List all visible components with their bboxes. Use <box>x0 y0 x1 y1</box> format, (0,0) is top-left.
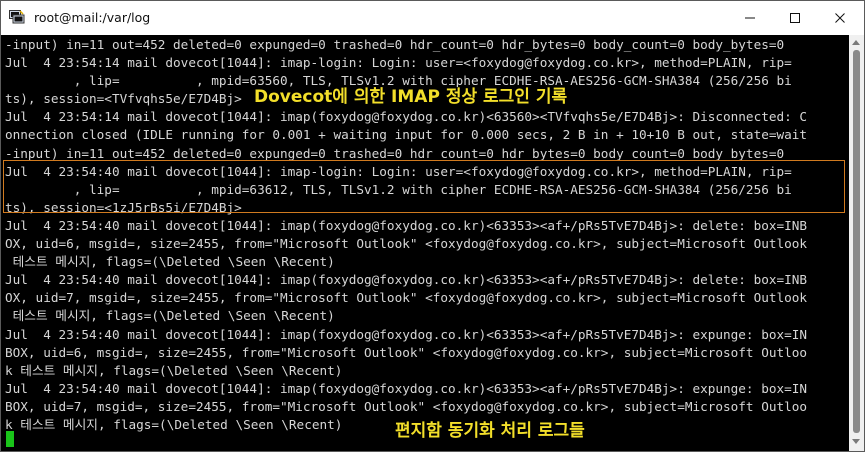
log-line: Jul 4 23:54:40 mail dovecot[1044]: imap(… <box>5 272 808 288</box>
log-line: k 테스트 메시지, flags=(\Deleted \Seen \Recent… <box>5 362 343 378</box>
folder-sync-annotation: 편지함 동기화 처리 로그들 <box>393 421 587 441</box>
log-line: Jul 4 23:54:14 mail dovecot[1044]: imap-… <box>5 55 792 71</box>
imap-login-annotation: Dovecot에 의한 IMAP 정상 로그인 기록 <box>252 87 570 107</box>
window-title: root@mail:/var/log <box>34 10 151 25</box>
terminal-cursor <box>6 431 14 447</box>
putty-terminal-icon[interactable] <box>9 10 25 24</box>
log-line: BOX, uid=6, msgid=, size=2455, from="Mic… <box>5 344 808 360</box>
log-line: Jul 4 23:54:40 mail dovecot[1044]: imap(… <box>5 217 808 233</box>
maximize-button[interactable] <box>772 1 818 35</box>
log-line: Jul 4 23:54:40 mail dovecot[1044]: imap(… <box>5 326 808 342</box>
scroll-up-arrow-icon[interactable] <box>852 40 860 45</box>
log-line: 테스트 메시지, flags=(\Deleted \Seen \Recent) <box>5 254 335 270</box>
terminal-output[interactable]: -input) in=11 out=452 deleted=0 expunged… <box>1 35 849 451</box>
log-line: 테스트 메시지, flags=(\Deleted \Seen \Recent) <box>5 308 335 324</box>
log-line: Jul 4 23:54:14 mail dovecot[1044]: imap(… <box>5 109 808 125</box>
vertical-scrollbar[interactable] <box>849 35 864 451</box>
minimize-icon <box>745 17 755 19</box>
scroll-down-arrow-icon[interactable] <box>852 439 860 444</box>
minimize-button[interactable] <box>727 1 773 35</box>
close-icon <box>835 13 845 23</box>
log-line: BOX, uid=7, msgid=, size=2455, from="Mic… <box>5 398 808 414</box>
maximize-icon <box>790 13 800 23</box>
login-highlight-box <box>3 160 845 213</box>
title-bar[interactable]: root@mail:/var/log <box>1 1 864 35</box>
log-line: OX, uid=7, msgid=, size=2455, from="Micr… <box>5 290 808 306</box>
scrollbar-thumb[interactable] <box>853 50 860 433</box>
close-button[interactable] <box>817 1 863 35</box>
log-line: Jul 4 23:54:40 mail dovecot[1044]: imap(… <box>5 380 808 396</box>
log-line: -input) in=11 out=452 deleted=0 expunged… <box>5 37 785 52</box>
log-line: OX, uid=6, msgid=, size=2455, from="Micr… <box>5 236 808 252</box>
terminal-window: root@mail:/var/log -input) in=11 out=452… <box>0 0 865 452</box>
log-line: onnection closed (IDLE running for 0.001… <box>5 127 808 143</box>
